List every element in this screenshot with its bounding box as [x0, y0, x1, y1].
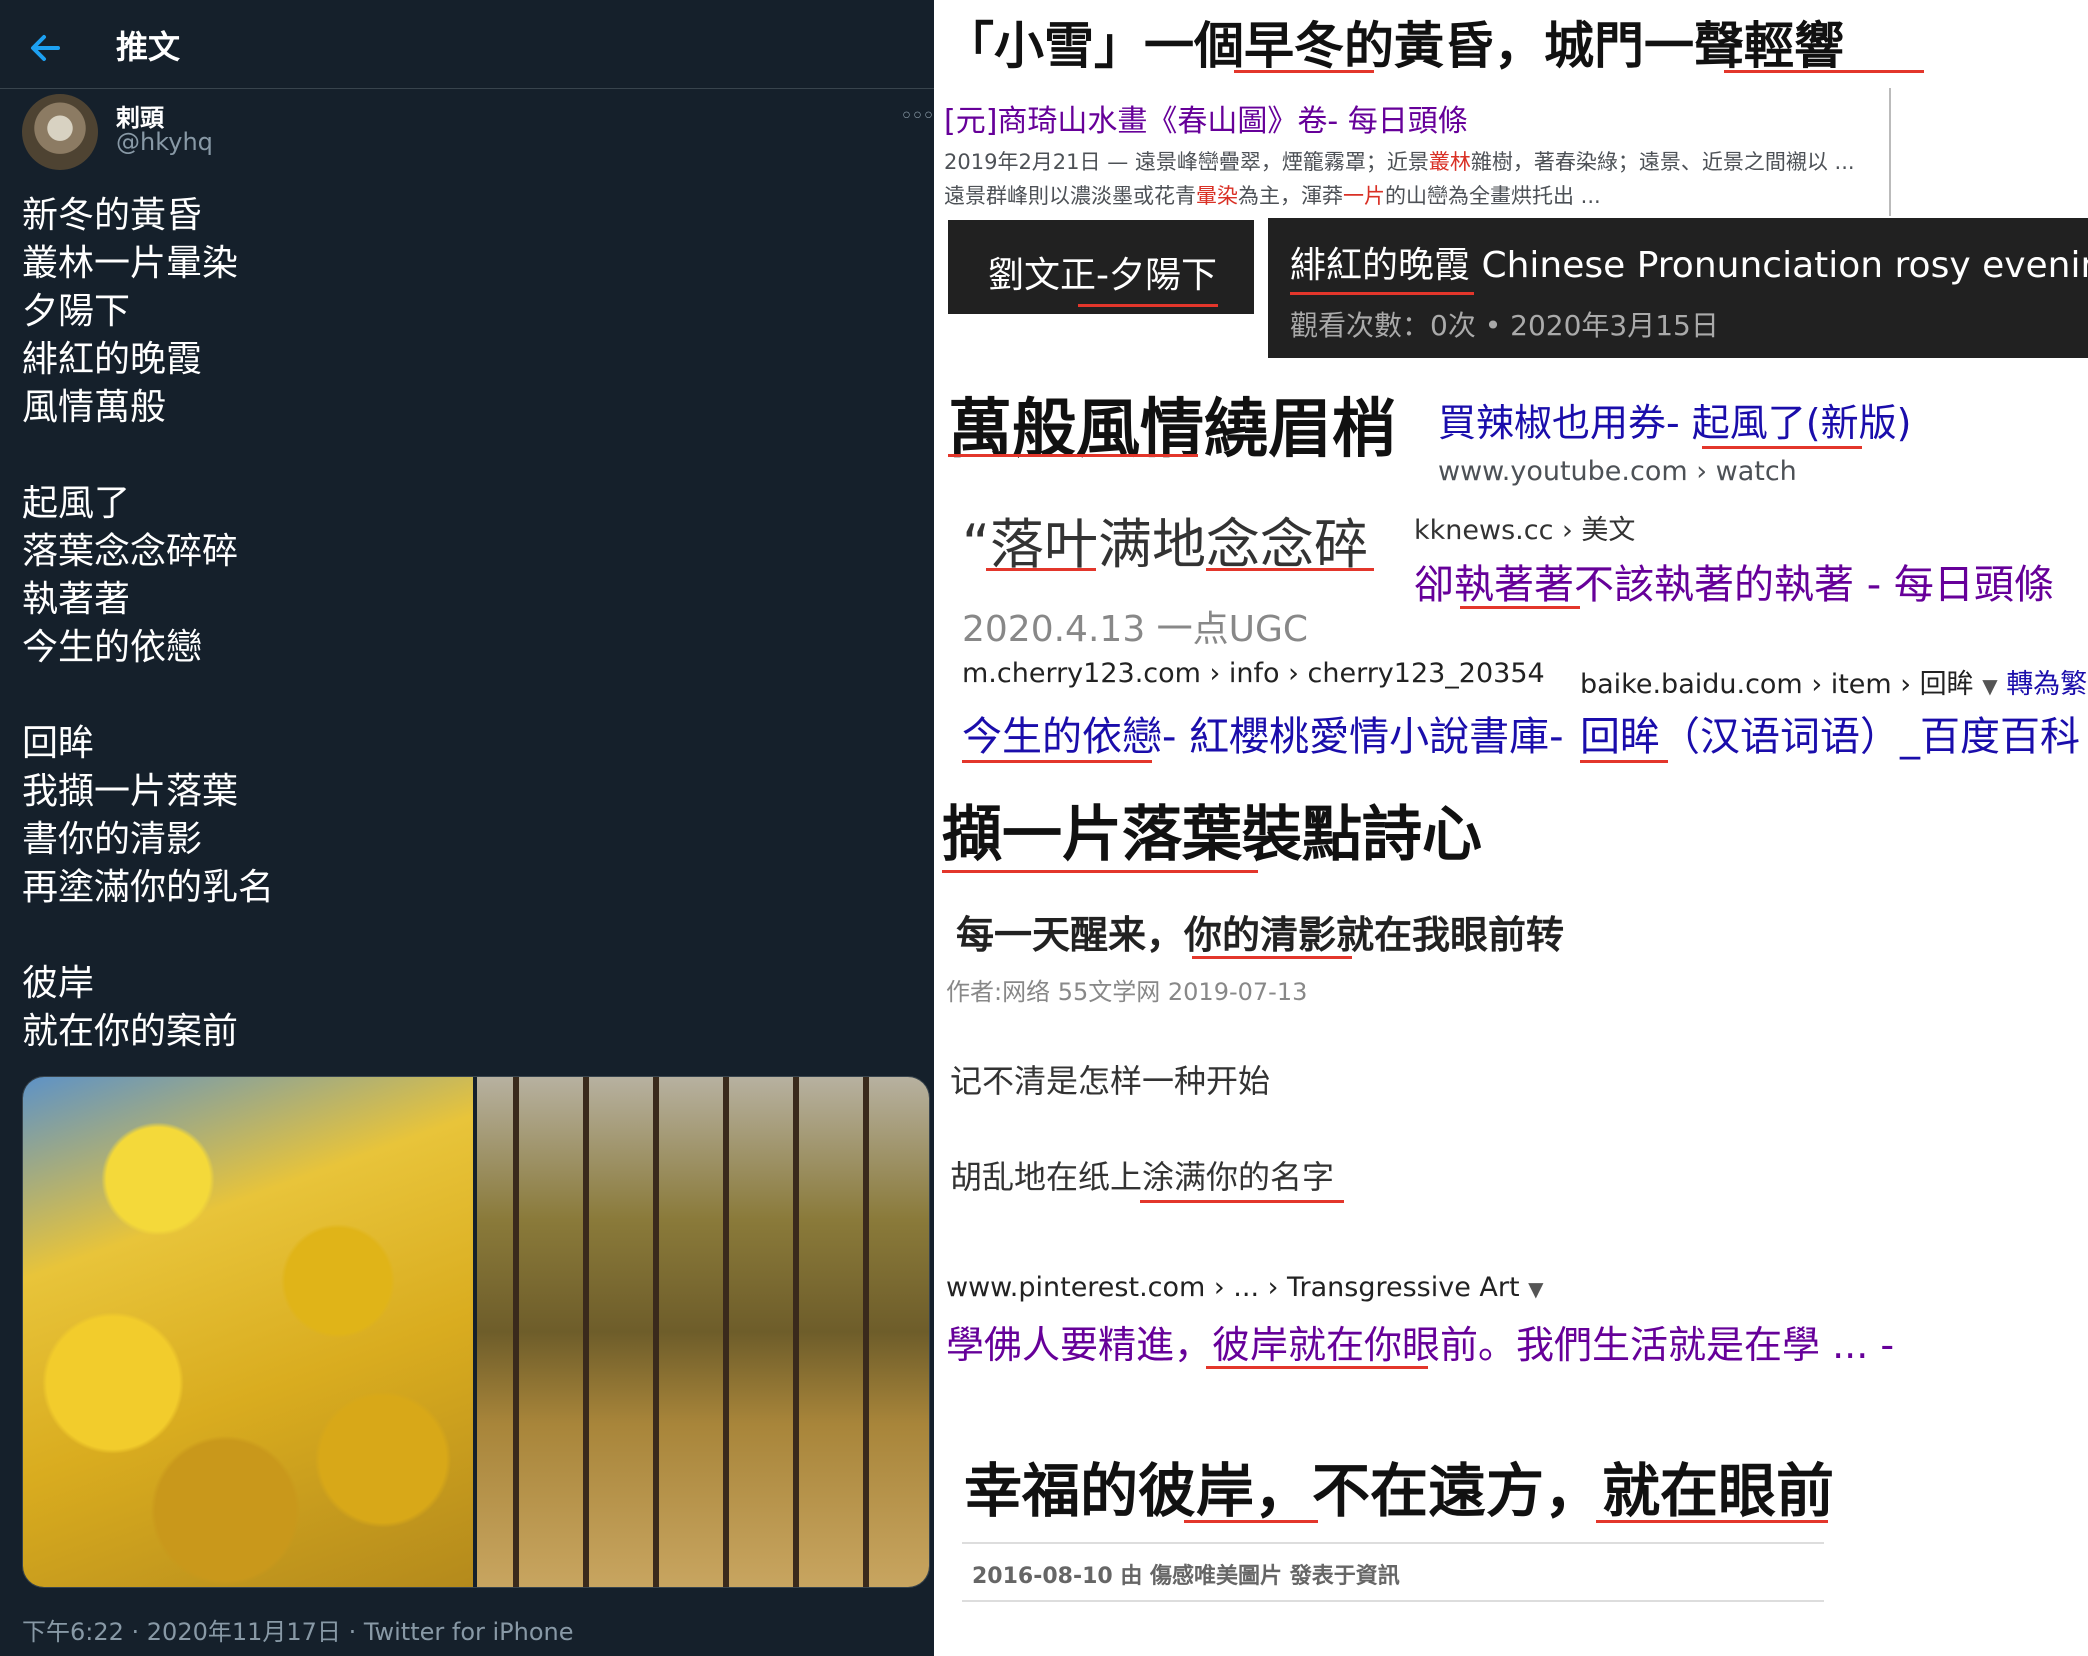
- page-title: 推文: [116, 28, 181, 66]
- tweet-line: 我擷一片落葉: [22, 771, 239, 812]
- back-arrow-icon: [31, 35, 60, 61]
- tweet-line: 風情萬般: [22, 387, 167, 428]
- underline: [1078, 304, 1218, 307]
- underline: [1206, 568, 1374, 571]
- underline: [1140, 1200, 1344, 1203]
- result-link-zhizhu[interactable]: 卻執著著不該執著的執著 - 每日頭條: [1414, 552, 2054, 610]
- photo-ginkgo-forest[interactable]: [477, 1077, 929, 1587]
- underline: [1184, 1520, 1318, 1523]
- headline-xiaoxue: 「小雪」一個早冬的黃昏，城門一聲輕響: [944, 17, 1844, 75]
- underline: [1234, 70, 1374, 73]
- avatar[interactable]: [22, 94, 98, 170]
- result-link-qifengle[interactable]: 買辣椒也用券- 起風了(新版): [1438, 392, 1911, 447]
- tweet-media: [22, 1076, 930, 1588]
- snippet-text: 的山巒為全畫烘托出 ...: [1385, 184, 1601, 208]
- result-snippet-2: 遠景群峰則以濃淡墨或花青暈染為主，渾莽一片的山巒為全畫烘托出 ...: [944, 180, 1601, 210]
- snippet-highlight: 叢林: [1428, 150, 1471, 174]
- author-handle[interactable]: @hkyhq: [116, 128, 213, 156]
- search-collage: 「小雪」一個早冬的黃昏，城門一聲輕響 [元]商琦山水畫《春山圖》卷- 每日頭條 …: [934, 0, 2088, 1656]
- result-snippet-1: 2019年2月21日 — 遠景峰巒疊翠，煙籠霧罩；近景叢林雜樹，著春染綠；遠景、…: [944, 146, 1855, 176]
- snippet-text: 為主，渾莽: [1238, 184, 1343, 208]
- result-url-youtube[interactable]: www.youtube.com › watch: [1438, 456, 1797, 487]
- tweet-line-gap: [22, 672, 274, 720]
- tweet-line: 執著著: [22, 579, 131, 620]
- result-link-pinterest[interactable]: 學佛人要精進，彼岸就在你眼前。我們生活就是在學 ... -: [946, 1314, 1894, 1369]
- tweet-line: 新冬的黃昏: [22, 195, 203, 236]
- result-url-pinterest: www.pinterest.com › ... › Transgressive …: [946, 1272, 1544, 1303]
- article-line-2: 胡乱地在纸上涂满你的名字: [950, 1158, 1335, 1196]
- chevron-down-icon[interactable]: ▼: [1982, 674, 1997, 698]
- convert-traditional-link[interactable]: 轉為繁體: [2006, 669, 2088, 700]
- pinterest-breadcrumb[interactable]: www.pinterest.com › ... › Transgressive …: [946, 1272, 1520, 1303]
- underline: [986, 568, 1096, 571]
- tweet-line: 書你的清影: [22, 819, 203, 860]
- tweet-line-gap: [22, 912, 274, 960]
- underline: [1192, 956, 1352, 959]
- more-options-icon[interactable]: ◦◦◦: [900, 104, 934, 129]
- tweet-line: 起風了: [22, 483, 131, 524]
- tweet-line: 彼岸: [22, 963, 95, 1004]
- snippet-highlight: 一片: [1343, 184, 1385, 208]
- tweet-line: 回眸: [22, 723, 95, 764]
- result-url-cherry[interactable]: m.cherry123.com › info › cherry123_20354: [962, 658, 1545, 689]
- underline: [1580, 760, 1668, 763]
- tweet-line: 就在你的案前: [22, 1011, 239, 1052]
- article-title: 每一天醒来，你的清影就在我眼前转: [956, 913, 1565, 957]
- tweet-line: 落葉念念碎碎: [22, 531, 239, 572]
- underline: [1702, 446, 1862, 449]
- underline: [942, 870, 1258, 873]
- result-url-kknews[interactable]: kknews.cc › 美文: [1414, 508, 1635, 547]
- divider: [962, 1600, 1824, 1602]
- back-button[interactable]: [18, 20, 74, 76]
- footer-meta: 2016-08-10 由 傷感唯美圖片 發表于資訊: [972, 1564, 1400, 1589]
- underline: [1206, 1366, 1428, 1369]
- tweet-line: 今生的依戀: [22, 627, 203, 668]
- snippet-text: 雜樹，著春染綠；遠景、近景之間襯以 ...: [1470, 150, 1855, 174]
- tweet-line: 緋紅的晚霞: [22, 339, 203, 380]
- underline: [1724, 70, 1924, 73]
- result-link-cherry[interactable]: 今生的依戀- 紅櫻桃愛情小說書庫-: [962, 704, 1564, 762]
- underline: [1596, 1520, 1828, 1523]
- tweet-line: 再塗滿你的乳名: [22, 867, 275, 908]
- tweet-line: 叢林一片暈染: [22, 243, 239, 284]
- headline-bian: 幸福的彼岸，不在遠方，就在眼前: [964, 1457, 1835, 1525]
- photo-ginkgo-sky[interactable]: [23, 1077, 473, 1587]
- result-link-chunshantu[interactable]: [元]商琦山水畫《春山圖》卷- 每日頭條: [944, 96, 1468, 140]
- snippet-text: 2019年2月21日 — 遠景峰巒疊翠，煙籠霧罩；近景: [944, 150, 1429, 174]
- video-card-2[interactable]: 緋紅的晚霞 Chinese Pronunciation rosy evening…: [1268, 218, 2088, 358]
- tweet-timestamp[interactable]: 下午6:22 · 2020年11月17日 · Twitter for iPhon…: [22, 1612, 574, 1647]
- underline: [1290, 292, 1474, 295]
- divider: [962, 1542, 1824, 1544]
- divider: [1889, 88, 1891, 216]
- tweet-header: 推文: [0, 0, 934, 89]
- article-line-1: 记不清是怎样一种开始: [950, 1062, 1271, 1100]
- result-link-baike[interactable]: 回眸（汉语词语）_百度百科: [1580, 704, 2080, 762]
- snippet-highlight: 暈染: [1196, 184, 1238, 208]
- underline: [962, 760, 1152, 763]
- video-title-2: 緋紅的晚霞 Chinese Pronunciation rosy evening…: [1290, 245, 2088, 286]
- tweet-text: 新冬的黃昏叢林一片暈染 夕陽下緋紅的晚霞風情萬般起風了落葉念念碎碎 執著著今生的依戀…: [22, 192, 274, 1056]
- video-meta-2: 觀看次數：0次 • 2020年3月15日: [1290, 309, 1719, 342]
- chevron-down-icon[interactable]: ▼: [1528, 1277, 1543, 1301]
- baike-breadcrumb[interactable]: baike.baidu.com › item › 回眸: [1580, 669, 1974, 700]
- video-title-1: 劉文正-夕陽下: [988, 255, 1217, 296]
- tweet-panel: 推文 剌頭 @hkyhq ◦◦◦ 新冬的黃昏 叢林一片暈染 夕陽下 緋紅的晚霞 風情萬般…: [0, 0, 934, 1656]
- headline-shixin: 擷一片落葉裝點詩心: [942, 800, 1482, 870]
- result-url-baike: baike.baidu.com › item › 回眸 ▼ 轉為繁體: [1580, 662, 2088, 701]
- snippet-text: 遠景群峰則以濃淡墨或花青: [944, 184, 1196, 208]
- tweet-line-gap: [22, 432, 274, 480]
- underline: [1460, 606, 1580, 609]
- video-card-1[interactable]: 劉文正-夕陽下: [948, 220, 1254, 314]
- underline: [948, 454, 1198, 457]
- article-meta: 作者:网络 55文学网 2019-07-13: [946, 978, 1308, 1006]
- quote-date: 2020.4.13 一点UGC: [962, 609, 1309, 650]
- tweet-line: 夕陽下: [22, 291, 131, 332]
